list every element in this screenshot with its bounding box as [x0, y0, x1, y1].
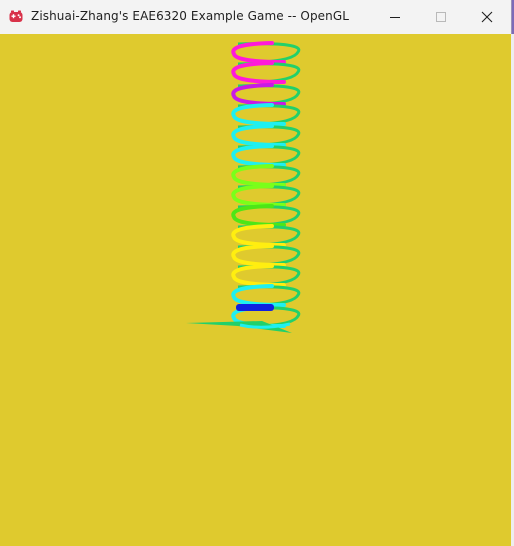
minimize-button[interactable]: [372, 0, 418, 34]
spiral-coils: [186, 41, 301, 333]
maximize-icon: [435, 11, 447, 23]
render-viewport[interactable]: [0, 34, 511, 546]
close-icon: [481, 11, 493, 23]
maximize-button[interactable]: [418, 0, 464, 34]
title-bar[interactable]: Zishuai-Zhang's EAE6320 Example Game -- …: [0, 0, 511, 34]
app-window: Zishuai-Zhang's EAE6320 Example Game -- …: [0, 0, 511, 546]
spiral-scene: [186, 41, 301, 333]
minimize-icon: [389, 11, 401, 23]
close-button[interactable]: [464, 0, 510, 34]
game-controller-icon: [9, 9, 23, 23]
blue-segment: [236, 304, 274, 311]
window-title: Zishuai-Zhang's EAE6320 Example Game -- …: [31, 9, 350, 23]
